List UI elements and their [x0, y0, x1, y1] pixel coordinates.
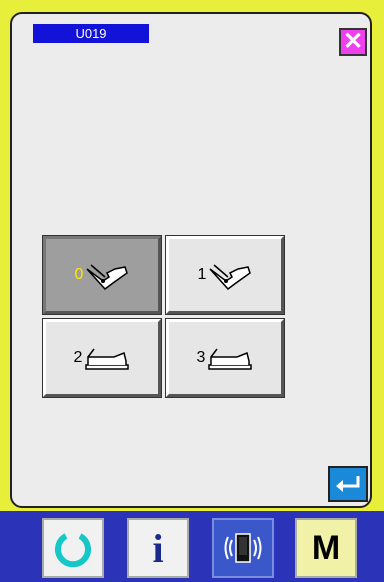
option-0-label: 0: [74, 266, 84, 283]
communication-icon: [224, 533, 262, 563]
enter-button[interactable]: [328, 466, 368, 502]
information-icon: i: [152, 525, 164, 571]
option-3-button[interactable]: 3: [165, 318, 285, 398]
option-1-label: 1: [197, 266, 207, 283]
close-icon: ✕: [342, 28, 364, 55]
information-button[interactable]: i: [127, 518, 189, 578]
option-3-label: 3: [196, 349, 206, 366]
close-button[interactable]: ✕: [339, 28, 367, 56]
option-2-button[interactable]: 2: [42, 318, 162, 398]
screen-code: U019: [33, 24, 149, 43]
option-1-button[interactable]: 1: [165, 235, 285, 315]
communication-button[interactable]: [212, 518, 274, 578]
pedal-flat-icon: [208, 348, 253, 370]
mode-button[interactable]: M: [295, 518, 357, 578]
ready-button[interactable]: [42, 518, 104, 578]
setting-panel: U019 ✕ 0 1 2 3: [10, 12, 372, 508]
ready-icon: [55, 533, 91, 568]
mode-icon: M: [311, 528, 341, 567]
pedal-tilted-icon: [209, 264, 252, 291]
enter-icon: [336, 476, 360, 492]
pedal-flat-icon: [85, 348, 130, 370]
pedal-tilted-icon: [86, 264, 129, 291]
option-0-button[interactable]: 0: [42, 235, 162, 315]
option-2-label: 2: [73, 349, 83, 366]
bottom-bar: i M: [0, 511, 384, 582]
